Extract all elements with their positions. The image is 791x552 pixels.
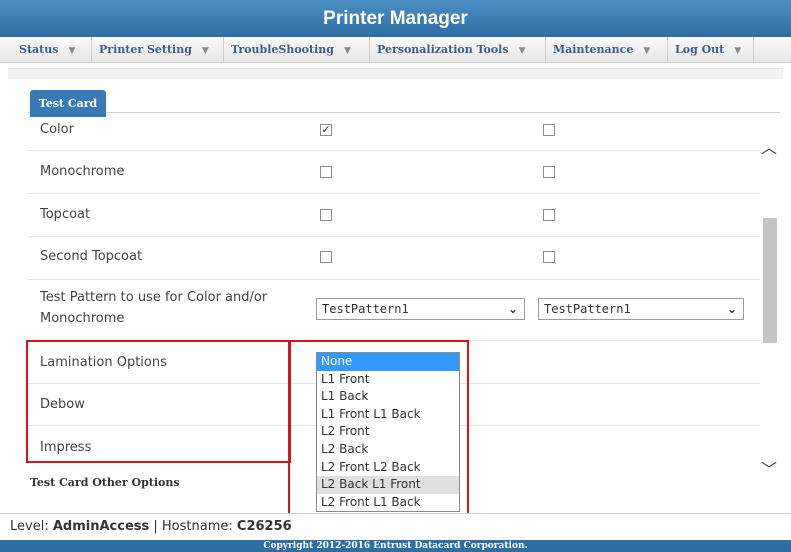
chevron-down-icon: ⌄: [726, 302, 737, 316]
row-divider: [28, 279, 760, 280]
main-menu-bar: Status ▼ Printer Setting ▼ TroubleShooting…: [0, 37, 791, 63]
app-title: Printer Manager: [0, 0, 791, 37]
status-bar: Level: AdminAccess | Hostname: C26256: [0, 513, 791, 540]
chevron-down-icon: ▼: [643, 46, 651, 56]
menu-personalization-tools[interactable]: Personalization Tools ▼: [370, 37, 546, 63]
pattern-label-line1: Test Pattern to use for Color and/or: [40, 290, 268, 305]
color-back-checkbox[interactable]: [543, 124, 555, 136]
row-divider: [28, 236, 760, 237]
menu-log-out[interactable]: Log Out ▼: [668, 37, 754, 63]
topcoat-front-checkbox[interactable]: [320, 209, 332, 221]
row-divider: [28, 150, 760, 151]
row-divider: [28, 193, 760, 194]
menu-maintenance[interactable]: Maintenance ▼: [546, 37, 668, 63]
chevron-down-icon: ▼: [68, 46, 76, 56]
row-label-monochrome: Monochrome: [40, 164, 125, 179]
status-separator: |: [153, 519, 158, 534]
topcoat-back-checkbox[interactable]: [543, 209, 555, 221]
menu-status-label: Status: [19, 43, 59, 56]
copyright-footer: Copyright 2012-2016 Entrust Datacard Cor…: [0, 540, 791, 552]
test-pattern-back-select[interactable]: TestPattern1 ⌄: [538, 298, 744, 320]
monochrome-front-checkbox[interactable]: [320, 166, 332, 178]
panel-tab-test-card[interactable]: Test Card: [30, 90, 106, 117]
row-label-color: Color: [40, 122, 74, 137]
access-level-value: AdminAccess: [52, 519, 150, 534]
test-pattern-front-value: TestPattern1: [322, 302, 409, 316]
second-topcoat-front-checkbox[interactable]: [320, 251, 332, 263]
chevron-up-icon[interactable]: ︿: [761, 134, 777, 158]
highlight-box-labels: [26, 340, 291, 463]
content-top-strip: [8, 68, 783, 79]
menu-troubleshooting[interactable]: TroubleShooting ▼: [224, 37, 370, 63]
row-label-second-topcoat: Second Topcoat: [40, 249, 143, 264]
test-card-other-options-header[interactable]: Test Card Other Options: [30, 476, 180, 489]
chevron-down-icon[interactable]: ﹀: [761, 456, 777, 480]
menu-troubleshooting-label: TroubleShooting: [231, 43, 334, 56]
chevron-down-icon: ▼: [518, 46, 526, 56]
pattern-label-line2: Monochrome: [40, 311, 125, 326]
menu-log-out-label: Log Out: [675, 43, 725, 56]
color-front-checkbox[interactable]: ✓: [320, 124, 332, 136]
menu-status[interactable]: Status ▼: [12, 37, 92, 63]
test-pattern-back-value: TestPattern1: [544, 302, 631, 316]
chevron-down-icon: ▼: [201, 46, 209, 56]
chevron-down-icon: ▼: [343, 46, 351, 56]
row-label-topcoat: Topcoat: [40, 207, 91, 222]
menu-maintenance-label: Maintenance: [553, 43, 634, 56]
chevron-down-icon: ⌄: [507, 302, 518, 316]
checkmark-icon: ✓: [321, 123, 331, 136]
chevron-down-icon: ▼: [734, 46, 742, 56]
highlight-box-listbox: [288, 340, 469, 516]
menu-personalization-tools-label: Personalization Tools: [377, 43, 509, 56]
menu-printer-setting-label: Printer Setting: [99, 43, 192, 56]
hostname-value: C26256: [236, 519, 292, 534]
menu-printer-setting[interactable]: Printer Setting ▼: [92, 37, 224, 63]
scrollbar-thumb[interactable]: [763, 218, 777, 343]
monochrome-back-checkbox[interactable]: [543, 166, 555, 178]
level-label: Level:: [10, 519, 49, 534]
hostname-label: Hostname:: [161, 519, 233, 534]
second-topcoat-back-checkbox[interactable]: [543, 251, 555, 263]
test-pattern-front-select[interactable]: TestPattern1 ⌄: [316, 298, 525, 320]
